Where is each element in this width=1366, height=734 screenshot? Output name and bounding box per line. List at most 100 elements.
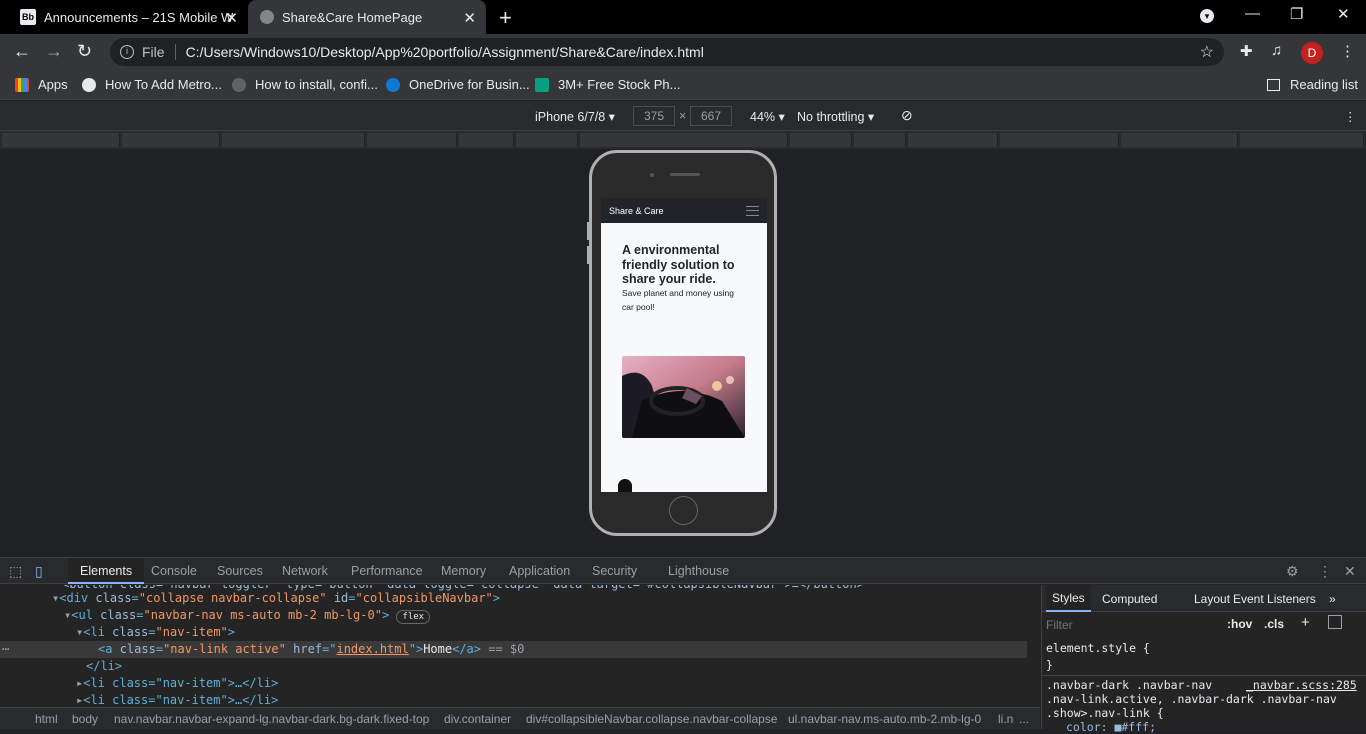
flex-badge[interactable]: flex <box>396 610 431 624</box>
breadcrumb-item[interactable]: div#collapsibleNavbar.collapse.navbar-co… <box>526 712 777 726</box>
browser-tab-sharecare[interactable]: Share&Care HomePage ✕ <box>248 0 486 34</box>
media-query-segment[interactable] <box>580 133 788 147</box>
computed-sidebar-icon[interactable] <box>1328 615 1342 629</box>
address-bar[interactable]: i File C:/Users/Windows10/Desktop/App%20… <box>110 38 1224 66</box>
reading-list-button[interactable]: Reading list <box>1267 77 1358 92</box>
stock-photo-favicon-icon <box>535 77 549 92</box>
styles-filter-input[interactable] <box>1046 616 1216 634</box>
dom-line[interactable]: </li> <box>86 658 122 675</box>
zoom-select[interactable]: 44% ▾ <box>750 109 785 124</box>
forward-icon[interactable]: → <box>45 41 63 62</box>
tab-event-listeners[interactable]: Event Listeners <box>1233 592 1316 606</box>
rotate-icon[interactable]: ⊘ <box>901 107 913 124</box>
cls-toggle[interactable]: .cls <box>1264 617 1284 631</box>
close-tab-icon[interactable]: ✕ <box>463 9 476 27</box>
volume-button <box>587 222 590 240</box>
breadcrumb-item[interactable]: li.n <box>998 712 1013 726</box>
tab-security[interactable]: Security <box>592 564 637 578</box>
bookmark-label: How to install, confi... <box>255 77 378 92</box>
more-tabs-icon[interactable]: » <box>1329 592 1336 606</box>
tab-performance[interactable]: Performance <box>351 564 423 578</box>
window-close-icon[interactable]: ✕ <box>1337 5 1350 23</box>
tab-console[interactable]: Console <box>151 564 197 578</box>
media-query-segment[interactable] <box>122 133 220 147</box>
breadcrumb-item[interactable]: div.container <box>444 712 511 726</box>
minimize-icon[interactable]: — <box>1245 5 1260 22</box>
bookmark-install[interactable]: How to install, confi... <box>232 77 378 92</box>
device-toggle-icon[interactable]: ▯ <box>35 563 43 580</box>
new-tab-icon[interactable]: + <box>499 5 512 31</box>
breadcrumb-item[interactable]: body <box>72 712 98 726</box>
bookmark-label: Apps <box>38 77 68 92</box>
breadcrumb-item[interactable]: html <box>35 712 58 726</box>
url-text[interactable]: C:/Users/Windows10/Desktop/App%20portfol… <box>186 44 704 60</box>
profile-avatar[interactable]: D <box>1301 42 1323 64</box>
blackboard-favicon-icon: Bb <box>20 9 36 25</box>
hov-toggle[interactable]: :hov <box>1227 617 1252 631</box>
dom-line[interactable]: ▾<ul class="navbar-nav ms-auto mb-2 mb-l… <box>64 607 431 624</box>
tab-styles[interactable]: Styles <box>1046 585 1091 612</box>
bookmark-onedrive[interactable]: OneDrive for Busin... <box>386 77 530 92</box>
back-icon[interactable]: ← <box>13 41 31 62</box>
dom-line[interactable]: ▾<li class="nav-item"> <box>76 624 235 641</box>
throttling-select[interactable]: No throttling ▾ <box>797 109 874 124</box>
media-query-segment[interactable] <box>790 133 852 147</box>
height-input[interactable]: 667 <box>690 106 732 126</box>
media-query-segment[interactable] <box>854 133 906 147</box>
maximize-icon[interactable]: ❐ <box>1290 5 1303 23</box>
media-query-segment[interactable] <box>1240 133 1364 147</box>
width-input[interactable]: 375 <box>633 106 675 126</box>
tab-network[interactable]: Network <box>282 564 328 578</box>
browser-menu-icon[interactable]: ⋮ <box>1340 42 1355 60</box>
media-query-segment[interactable] <box>908 133 998 147</box>
tab-elements[interactable]: Elements <box>68 558 145 584</box>
hamburger-menu-icon[interactable] <box>746 205 759 216</box>
close-devtools-icon[interactable]: ✕ <box>1344 563 1356 580</box>
bookmark-star-icon[interactable]: ☆ <box>1200 42 1214 62</box>
media-query-segment[interactable] <box>367 133 457 147</box>
bookmark-apps[interactable]: Apps <box>15 77 68 92</box>
device-menu-icon[interactable]: ⋮ <box>1344 109 1357 124</box>
styles-pane: Styles Computed Layout Event Listeners »… <box>1041 585 1366 734</box>
breadcrumb-item[interactable]: ul.navbar-nav.ms-auto.mb-2.mb-lg-0 <box>788 712 981 726</box>
new-rule-icon[interactable]: + <box>1301 614 1310 631</box>
media-query-segment[interactable] <box>1000 133 1119 147</box>
media-control-icon[interactable]: ♫ <box>1271 42 1282 59</box>
css-property[interactable]: color: ■#fff; <box>1066 720 1156 734</box>
close-tab-icon[interactable]: ✕ <box>225 9 238 27</box>
dom-line[interactable]: ▸<li class="nav-item">…</li> <box>76 692 278 707</box>
dom-line[interactable]: ▸<li class="nav-item">…</li> <box>76 675 278 692</box>
breadcrumb-item[interactable]: nav.navbar.navbar-expand-lg.navbar-dark.… <box>114 712 429 726</box>
inspect-element-icon[interactable]: ⬚ <box>9 563 22 580</box>
browser-tab-announcements[interactable]: Bb Announcements – 21S Mobile W ✕ <box>0 0 248 34</box>
media-query-segment[interactable] <box>516 133 578 147</box>
tab-computed[interactable]: Computed <box>1102 592 1157 606</box>
ellipsis-icon[interactable]: ⋯ <box>2 641 9 658</box>
site-brand[interactable]: Share & Care <box>609 206 664 216</box>
devtools-menu-icon[interactable]: ⋮ <box>1318 563 1332 580</box>
site-info-icon[interactable]: i <box>120 45 134 59</box>
element-style-rule[interactable]: element.style { <box>1046 641 1150 655</box>
media-query-segment[interactable] <box>459 133 514 147</box>
media-query-segment[interactable] <box>2 133 120 147</box>
media-query-segment[interactable] <box>222 133 365 147</box>
breadcrumb-more[interactable]: ... <box>1019 712 1029 726</box>
media-query-segment[interactable] <box>1121 133 1238 147</box>
bookmark-metro[interactable]: How To Add Metro... <box>82 77 222 92</box>
tab-sources[interactable]: Sources <box>217 564 263 578</box>
device-select[interactable]: iPhone 6/7/8 ▾ <box>535 109 615 124</box>
extensions-icon[interactable]: ✚ <box>1240 42 1253 60</box>
reload-icon[interactable]: ↻ <box>77 41 92 62</box>
tab-lighthouse[interactable]: Lighthouse <box>668 564 729 578</box>
tab-layout[interactable]: Layout <box>1194 592 1230 606</box>
bookmark-label: How To Add Metro... <box>105 77 222 92</box>
tab-title: Announcements – 21S Mobile W <box>44 9 234 25</box>
css-source-link[interactable]: _navbar.scss:285 <box>1246 678 1357 692</box>
dom-line-selected[interactable]: <a class="nav-link active" href="index.h… <box>98 641 524 658</box>
settings-gear-icon[interactable]: ⚙ <box>1286 563 1299 580</box>
tab-search-icon[interactable]: ▾ <box>1200 9 1214 23</box>
bookmark-stock-photos[interactable]: 3M+ Free Stock Ph... <box>535 77 680 92</box>
tab-memory[interactable]: Memory <box>441 564 486 578</box>
dom-line[interactable]: ▾<div class="collapse navbar-collapse" i… <box>52 590 500 607</box>
tab-application[interactable]: Application <box>509 564 570 578</box>
